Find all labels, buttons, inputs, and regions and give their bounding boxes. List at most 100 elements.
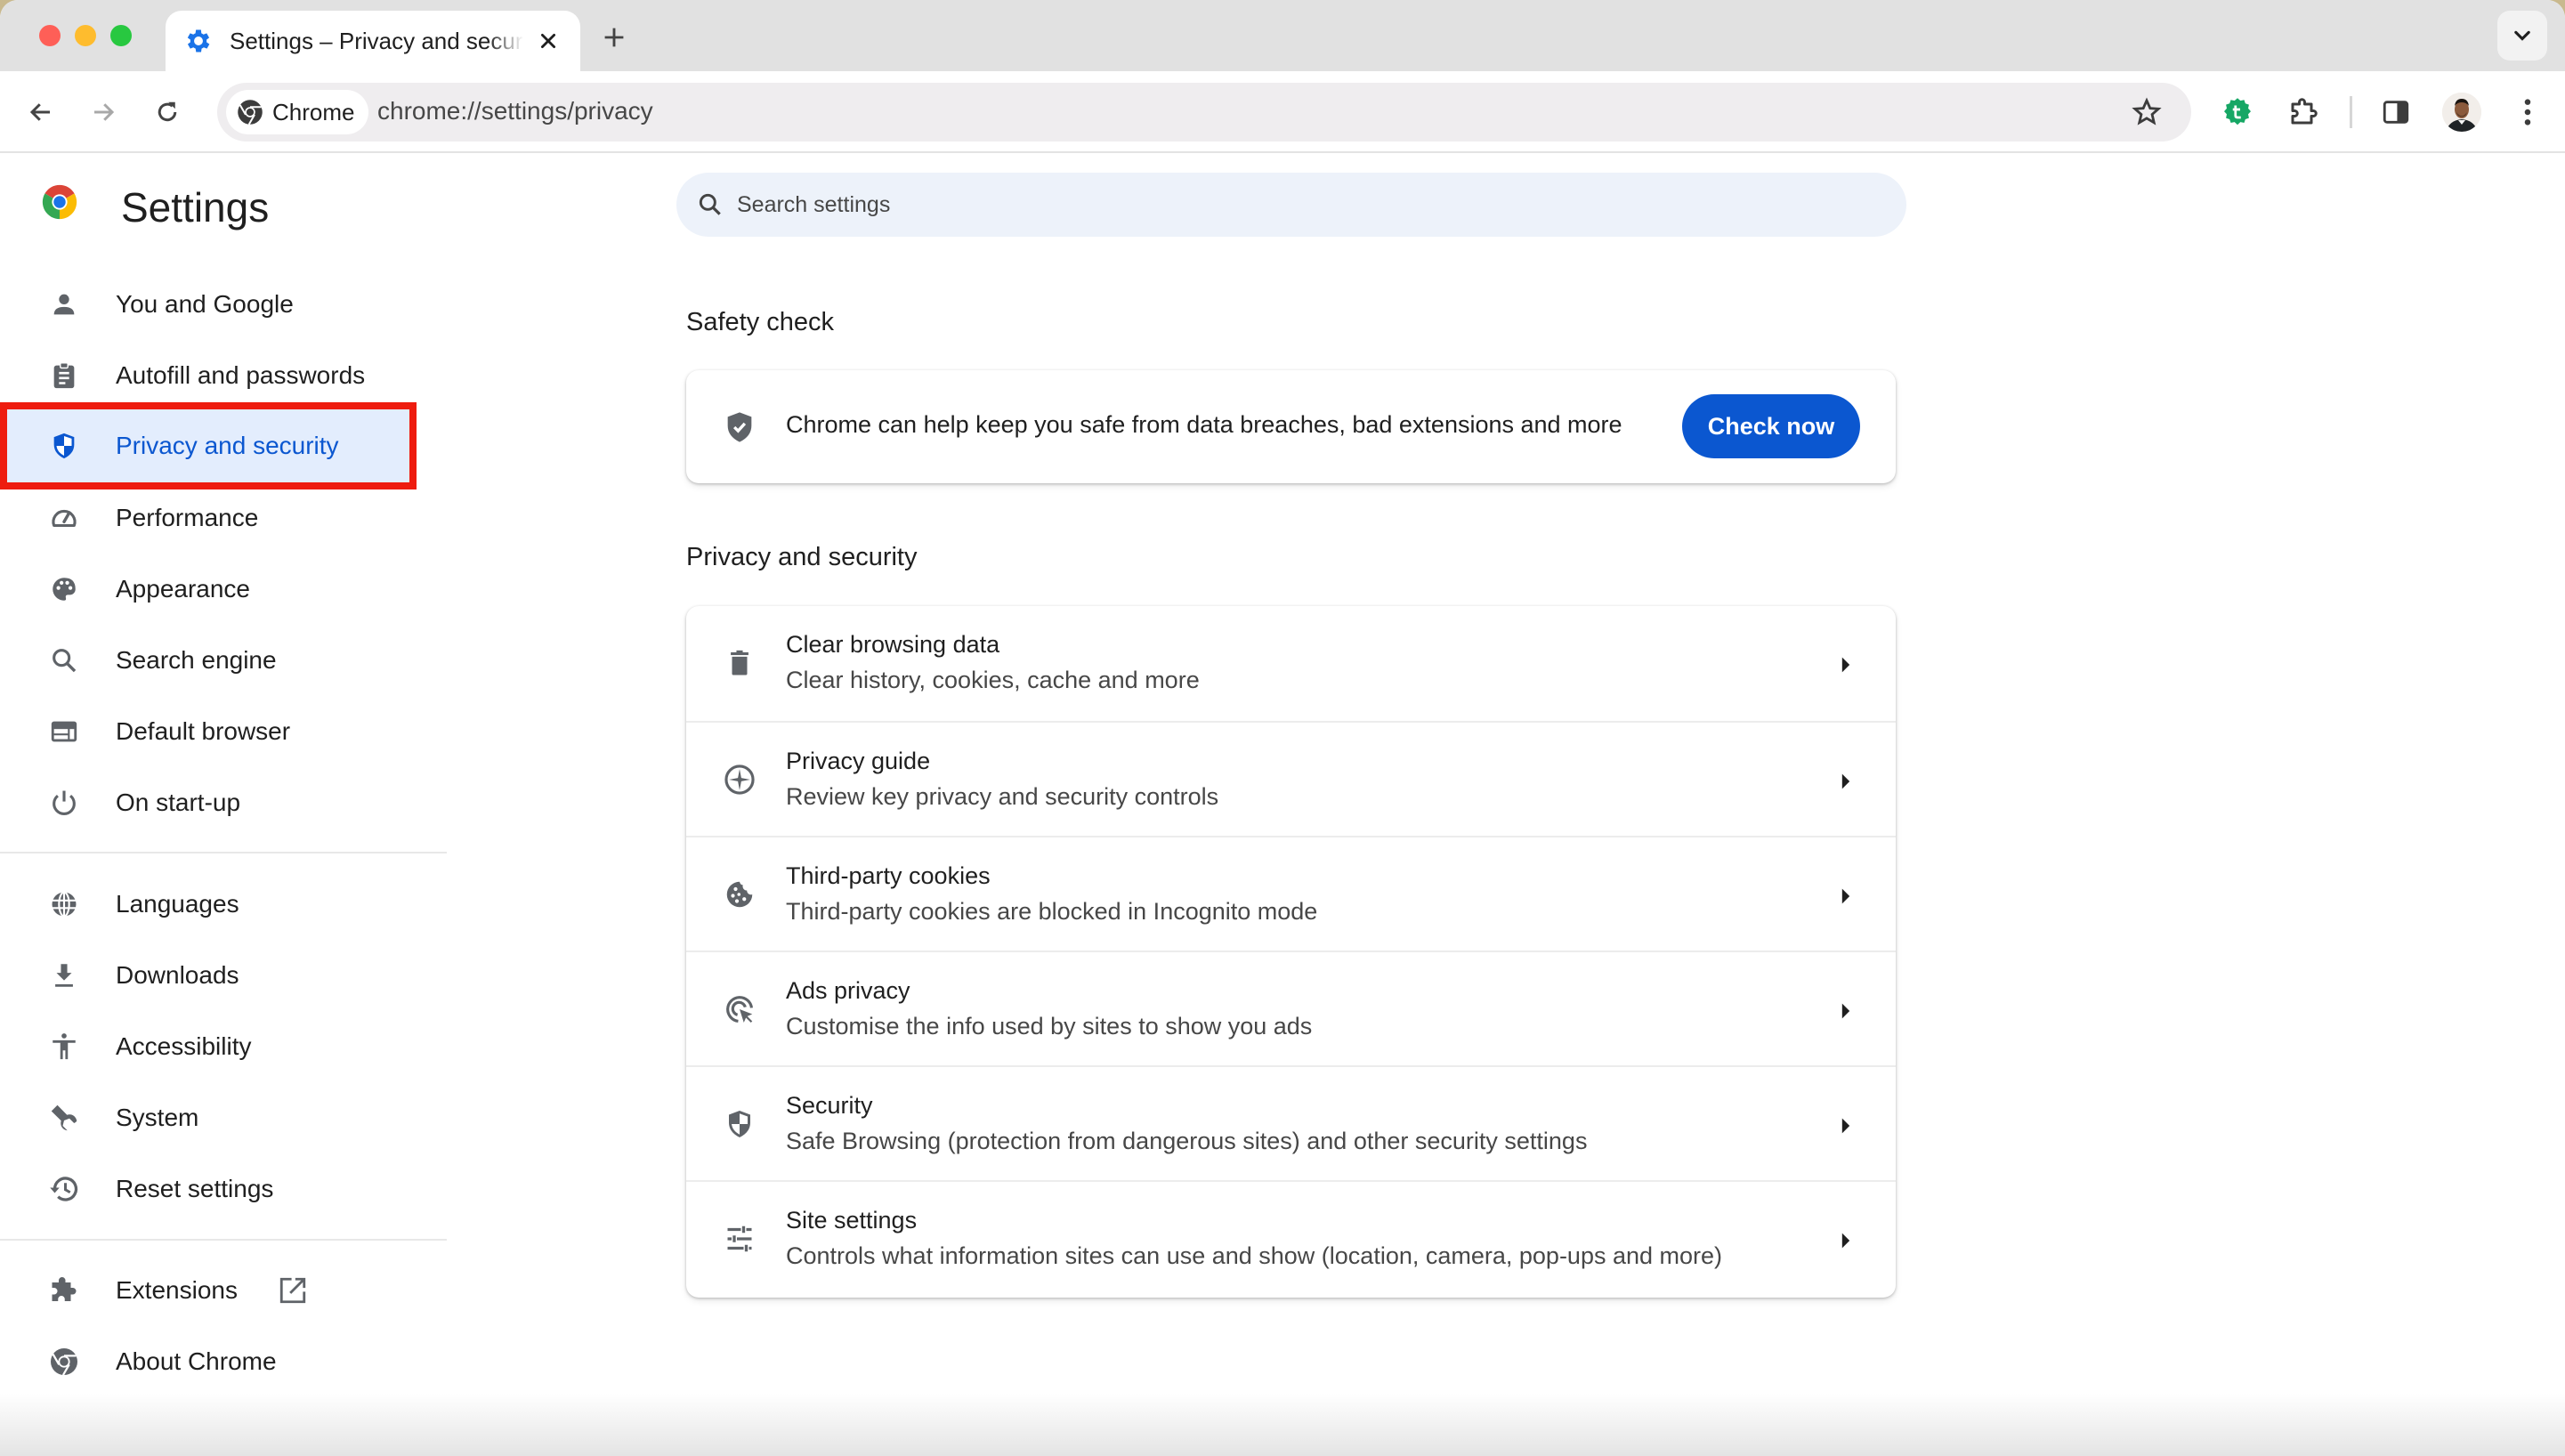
row-subtitle: Safe Browsing (protection from dangerous… <box>786 1128 1588 1154</box>
sidebar-item-about-chrome[interactable]: About Chrome <box>5 1323 411 1400</box>
shield-icon <box>722 1106 757 1142</box>
safety-check-description: Chrome can help keep you safe from data … <box>786 411 1622 438</box>
browser-window: Settings – Privacy and security Chrome c… <box>0 0 2565 1456</box>
minimize-window-button[interactable] <box>75 25 96 46</box>
search-settings-box[interactable] <box>676 173 1906 237</box>
settings-sidebar: Settings You and Google Autofill and pas… <box>0 153 454 1456</box>
sidebar-item-privacy-and-security[interactable]: Privacy and security <box>0 402 417 489</box>
toolbar: Chrome chrome://settings/privacy <box>0 71 2565 153</box>
sidebar-item-appearance[interactable]: Appearance <box>5 551 411 627</box>
sliders-icon <box>722 1221 757 1257</box>
check-now-button[interactable]: Check now <box>1682 394 1860 458</box>
sidebar-item-label: Extensions <box>116 1276 238 1304</box>
new-tab-button[interactable] <box>596 20 632 55</box>
safety-check-heading: Safety check <box>686 308 835 336</box>
puzzle-icon <box>2291 98 2318 125</box>
extension-button[interactable] <box>2216 91 2259 133</box>
ads-target-icon <box>722 991 757 1027</box>
sidebar-item-performance[interactable]: Performance <box>5 480 411 556</box>
sidebar-item-autofill[interactable]: Autofill and passwords <box>5 337 411 414</box>
sidebar-item-extensions[interactable]: Extensions <box>5 1252 411 1329</box>
address-bar[interactable]: Chrome chrome://settings/privacy <box>217 83 2191 142</box>
row-title: Ads privacy <box>786 977 910 1004</box>
sidebar-item-label: On start-up <box>116 789 241 816</box>
sidebar-item-label: Appearance <box>116 575 251 603</box>
sidebar-item-accessibility[interactable]: Accessibility <box>5 1008 411 1085</box>
palette-icon <box>46 571 82 607</box>
close-window-button[interactable] <box>39 25 61 46</box>
sidebar-item-label: System <box>116 1104 199 1131</box>
history-icon <box>46 1171 82 1207</box>
row-subtitle: Review key privacy and security controls <box>786 783 1219 810</box>
toolbar-divider <box>2350 96 2352 128</box>
privacy-settings-card: Clear browsing data Clear history, cooki… <box>686 606 1896 1298</box>
maximize-window-button[interactable] <box>110 25 132 46</box>
more-vertical-icon <box>2524 99 2531 125</box>
sidebar-item-reset-settings[interactable]: Reset settings <box>5 1151 411 1227</box>
tab-title: Settings – Privacy and security <box>230 27 523 54</box>
shield-check-icon <box>722 409 757 445</box>
profile-avatar[interactable] <box>2442 93 2481 132</box>
search-icon <box>696 190 724 219</box>
row-third-party-cookies[interactable]: Third-party cookies Third-party cookies … <box>686 836 1896 951</box>
privacy-section-heading: Privacy and security <box>686 543 918 571</box>
settings-title: Settings <box>121 184 270 231</box>
site-info-chip[interactable]: Chrome <box>226 90 369 134</box>
sidebar-item-languages[interactable]: Languages <box>5 866 411 942</box>
sidebar-divider <box>0 1239 447 1241</box>
row-security[interactable]: Security Safe Browsing (protection from … <box>686 1065 1896 1181</box>
sidebar-item-label: Accessibility <box>116 1032 252 1060</box>
row-subtitle: Controls what information sites can use … <box>786 1242 1723 1269</box>
arrow-right-icon <box>1837 771 1855 792</box>
reload-button[interactable] <box>146 91 189 133</box>
sidebar-item-label: Privacy and security <box>116 432 339 459</box>
search-settings-input[interactable] <box>737 173 1876 237</box>
power-icon <box>46 785 82 821</box>
close-tab-icon[interactable] <box>534 27 562 55</box>
row-site-settings[interactable]: Site settings Controls what information … <box>686 1180 1896 1296</box>
chrome-menu-button[interactable] <box>2506 91 2549 133</box>
download-icon <box>46 958 82 993</box>
tab-search-button[interactable] <box>2497 11 2547 61</box>
sidebar-item-label: Autofill and passwords <box>116 361 366 389</box>
trash-icon <box>722 645 757 681</box>
row-subtitle: Customise the info used by sites to show… <box>786 1013 1313 1039</box>
sidebar-item-label: Performance <box>116 504 259 531</box>
sidebar-item-you-and-google[interactable]: You and Google <box>5 266 411 343</box>
avatar-photo-icon <box>2442 93 2481 132</box>
sidebar-item-label: You and Google <box>116 290 294 318</box>
row-subtitle: Clear history, cookies, cache and more <box>786 667 1200 693</box>
bookmark-button[interactable] <box>2125 91 2168 133</box>
sidebar-item-on-start-up[interactable]: On start-up <box>5 764 411 841</box>
chevron-down-icon <box>2514 30 2530 41</box>
row-ads-privacy[interactable]: Ads privacy Customise the info used by s… <box>686 950 1896 1066</box>
row-clear-browsing-data[interactable]: Clear browsing data Clear history, cooki… <box>686 606 1896 722</box>
browser-window-icon <box>46 714 82 749</box>
settings-brand: Settings <box>39 182 269 231</box>
row-title: Clear browsing data <box>786 631 1000 658</box>
sidebar-item-label: Downloads <box>116 961 239 989</box>
sidebar-item-downloads[interactable]: Downloads <box>5 937 411 1014</box>
chrome-icon <box>46 1344 82 1379</box>
row-privacy-guide[interactable]: Privacy guide Review key privacy and sec… <box>686 721 1896 837</box>
row-title: Security <box>786 1092 873 1119</box>
forward-button[interactable] <box>82 91 125 133</box>
tab-settings[interactable]: Settings – Privacy and security <box>166 11 580 71</box>
extension-badge-icon <box>2224 98 2251 125</box>
side-panel-button[interactable] <box>2375 91 2417 133</box>
arrow-right-icon <box>1837 1230 1855 1251</box>
url-text[interactable]: chrome://settings/privacy <box>377 97 653 125</box>
safety-check-card: Chrome can help keep you safe from data … <box>686 370 1896 483</box>
person-icon <box>46 287 82 322</box>
sidebar-item-search-engine[interactable]: Search engine <box>5 622 411 699</box>
extensions-menu-button[interactable] <box>2282 91 2325 133</box>
globe-icon <box>46 886 82 922</box>
sidebar-item-label: About Chrome <box>116 1347 277 1375</box>
search-icon <box>46 643 82 678</box>
back-button[interactable] <box>20 91 62 133</box>
open-in-new-icon <box>278 1275 308 1306</box>
speedometer-icon <box>46 500 82 536</box>
sidebar-item-default-browser[interactable]: Default browser <box>5 693 411 770</box>
row-title: Site settings <box>786 1207 918 1234</box>
sidebar-item-system[interactable]: System <box>5 1080 411 1156</box>
